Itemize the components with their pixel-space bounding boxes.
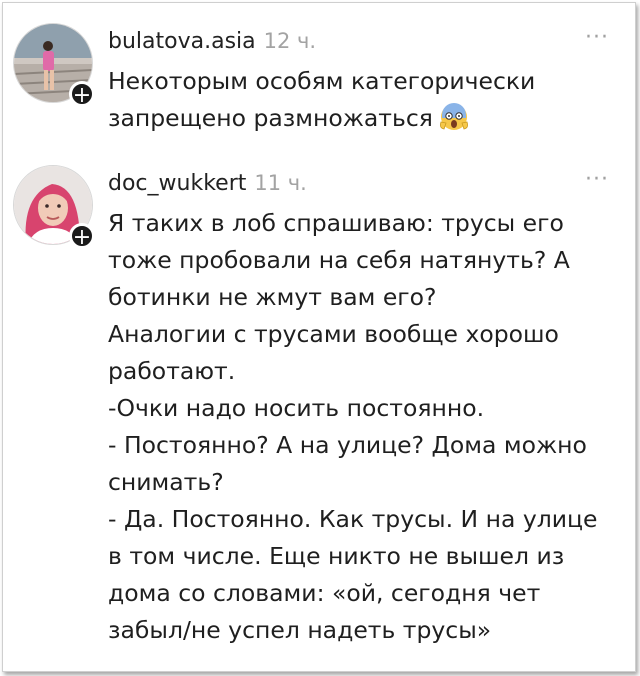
text-line: дома со словами: «ой, сегодня чет <box>108 579 541 607</box>
author-name[interactable]: bulatova.asia <box>108 29 256 54</box>
text-line: работают. <box>108 357 236 385</box>
author-name[interactable]: doc_wukkert <box>108 171 246 196</box>
text-line: Аналогии с трусами вообще хорошо <box>108 320 559 348</box>
comment-header: doc_wukkert 11 ч. <box>108 169 307 198</box>
thread-container: + bulatova.asia 12 ч. ··· Некоторым особя… <box>2 2 636 672</box>
text-line: Некоторым особям категорически <box>108 67 536 95</box>
follow-button[interactable]: + <box>69 223 95 250</box>
face-screaming-in-fear-icon <box>439 103 468 130</box>
text-line: запрещено размножаться <box>108 104 433 132</box>
avatar-container[interactable]: + <box>13 165 95 250</box>
text-line-with-emoji: запрещено размножаться <box>108 100 608 137</box>
follow-button[interactable]: + <box>69 81 95 108</box>
avatar-container[interactable]: + <box>13 23 95 108</box>
timestamp: 11 ч. <box>254 171 307 195</box>
text-line: ботинки не жмут вам его? <box>108 283 437 311</box>
text-line: забыл/не успел надеть трусы» <box>108 616 492 644</box>
text-line: Я таких в лоб спрашиваю: трусы его <box>108 209 564 237</box>
text-line: снимать? <box>108 468 224 496</box>
text-line: - Да. Постоянно. Как трусы. И на улице <box>108 505 598 533</box>
comment-header: bulatova.asia 12 ч. <box>108 27 316 56</box>
text-line: в том числе. Еще никто не вышел из <box>108 542 565 570</box>
comment-text: Некоторым особям категорически запрещено… <box>108 63 608 137</box>
timestamp: 12 ч. <box>263 29 317 53</box>
text-line: - Постоянно? А на улице? Дома можно <box>108 431 587 459</box>
comment-text: Я таких в лоб спрашиваю: трусы его тоже … <box>108 205 608 649</box>
more-options-icon[interactable]: ··· <box>585 167 609 192</box>
text-line: -Очки надо носить постоянно. <box>108 394 485 422</box>
text-line: тоже пробовали на себя натянуть? А <box>108 246 570 274</box>
more-options-icon[interactable]: ··· <box>585 25 609 50</box>
